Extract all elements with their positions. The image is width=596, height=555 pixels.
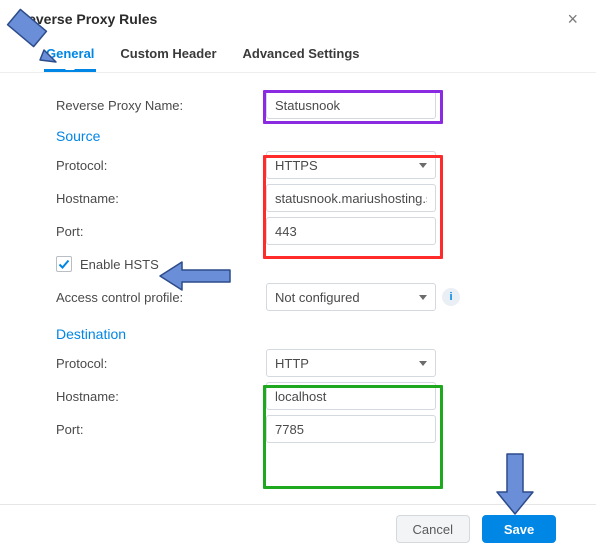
input-dest-port[interactable]	[266, 415, 436, 443]
tab-custom-header[interactable]: Custom Header	[118, 38, 218, 72]
label-source-hostname: Hostname:	[56, 191, 266, 206]
cancel-button[interactable]: Cancel	[396, 515, 470, 543]
label-dest-protocol: Protocol:	[56, 356, 266, 371]
select-source-protocol[interactable]: HTTPS	[266, 151, 436, 179]
tab-general[interactable]: General	[44, 38, 96, 72]
row-source-protocol: Protocol: HTTPS	[56, 150, 556, 180]
row-source-port: Port:	[56, 216, 556, 246]
dialog-footer: Cancel Save	[0, 504, 596, 555]
dialog-title: Reverse Proxy Rules	[18, 11, 157, 27]
select-source-protocol-value: HTTPS	[275, 158, 318, 173]
label-access-control: Access control profile:	[56, 290, 266, 305]
select-access-control-value: Not configured	[275, 290, 360, 305]
title-bar: Reverse Proxy Rules ×	[0, 0, 596, 34]
dialog-window: Reverse Proxy Rules × General Custom Hea…	[0, 0, 596, 555]
chevron-down-icon	[419, 295, 427, 300]
chevron-down-icon	[419, 361, 427, 366]
label-source-port: Port:	[56, 224, 266, 239]
input-source-port[interactable]	[266, 217, 436, 245]
select-access-control[interactable]: Not configured	[266, 283, 436, 311]
input-source-hostname[interactable]	[266, 184, 436, 212]
row-reverse-proxy-name: Reverse Proxy Name:	[56, 90, 556, 120]
form-body: Reverse Proxy Name: Source Protocol: HTT…	[0, 73, 596, 444]
tab-bar: General Custom Header Advanced Settings	[0, 34, 596, 73]
row-dest-port: Port:	[56, 414, 556, 444]
row-access-control: Access control profile: Not configured i	[56, 282, 556, 312]
label-dest-hostname: Hostname:	[56, 389, 266, 404]
close-icon[interactable]: ×	[567, 10, 578, 28]
row-enable-hsts: Enable HSTS	[56, 249, 556, 279]
tab-advanced-settings[interactable]: Advanced Settings	[241, 38, 362, 72]
label-dest-port: Port:	[56, 422, 266, 437]
row-dest-hostname: Hostname:	[56, 381, 556, 411]
label-enable-hsts: Enable HSTS	[80, 257, 159, 272]
row-dest-protocol: Protocol: HTTP	[56, 348, 556, 378]
checkbox-enable-hsts[interactable]	[56, 256, 72, 272]
chevron-down-icon	[419, 163, 427, 168]
row-source-hostname: Hostname:	[56, 183, 556, 213]
input-dest-hostname[interactable]	[266, 382, 436, 410]
select-dest-protocol-value: HTTP	[275, 356, 309, 371]
check-icon	[58, 258, 70, 270]
section-destination: Destination	[56, 326, 556, 342]
save-button[interactable]: Save	[482, 515, 556, 543]
label-source-protocol: Protocol:	[56, 158, 266, 173]
input-reverse-proxy-name[interactable]	[266, 91, 436, 119]
info-icon[interactable]: i	[442, 288, 460, 306]
section-source: Source	[56, 128, 556, 144]
select-dest-protocol[interactable]: HTTP	[266, 349, 436, 377]
label-reverse-proxy-name: Reverse Proxy Name:	[56, 98, 266, 113]
